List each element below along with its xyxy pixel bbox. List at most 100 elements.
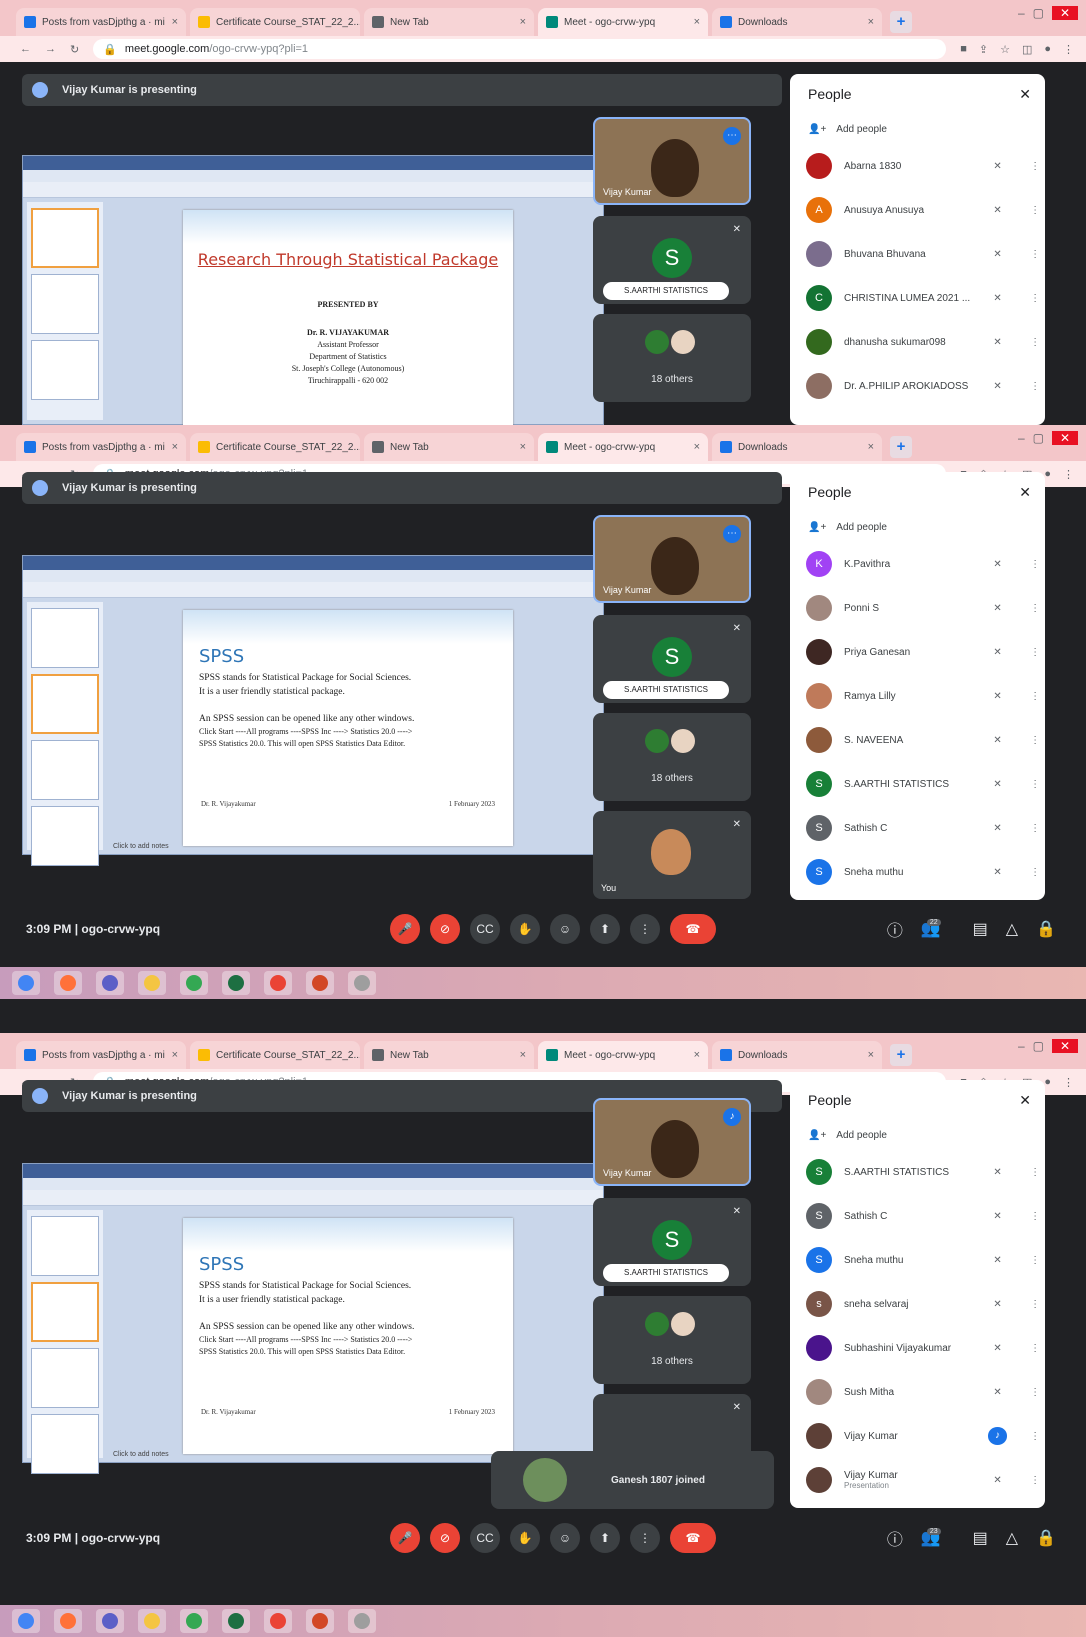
- leave-call-button[interactable]: ☎: [670, 914, 716, 944]
- mic-toggle-button[interactable]: 🎤: [390, 914, 420, 944]
- participant-row[interactable]: Ramya Lilly ✕ ⋮: [790, 674, 1045, 718]
- participant-row[interactable]: S S.AARTHI STATISTICS ✕ ⋮: [790, 762, 1045, 806]
- others-tile[interactable]: 18 others: [593, 314, 751, 402]
- close-icon[interactable]: ×: [172, 16, 178, 28]
- mic-off-icon[interactable]: ✕: [988, 735, 1008, 746]
- presenter-video-tile[interactable]: ♪ Vijay Kumar: [593, 1098, 751, 1186]
- mic-off-icon[interactable]: ✕: [988, 161, 1008, 172]
- emoji-button[interactable]: ☺: [550, 1523, 580, 1553]
- participant-row[interactable]: S. NAVEENA ✕ ⋮: [790, 718, 1045, 762]
- participant-row[interactable]: Sush Mitha ✕ ⋮: [790, 1370, 1045, 1414]
- chrome-icon[interactable]: [180, 1609, 208, 1633]
- participant-row[interactable]: S Sneha muthu ✕ ⋮: [790, 850, 1045, 894]
- more-options-icon[interactable]: ⋮: [1025, 1167, 1045, 1178]
- slide-thumbnail[interactable]: [31, 806, 99, 866]
- raise-hand-button[interactable]: ✋: [510, 914, 540, 944]
- profile-icon[interactable]: ●: [1044, 1076, 1051, 1089]
- slide-notes[interactable]: Click to add notes: [113, 843, 169, 850]
- forward-icon[interactable]: →: [45, 43, 56, 55]
- firefox-icon[interactable]: [54, 1609, 82, 1633]
- participant-row[interactable]: Subhashini Vijayakumar ✕ ⋮: [790, 1326, 1045, 1370]
- speaking-icon[interactable]: ♪: [987, 1427, 1008, 1445]
- browser-tab[interactable]: Downloads ×: [712, 433, 882, 461]
- slide-thumbnail[interactable]: [31, 1282, 99, 1342]
- more-options-icon[interactable]: ⋮: [1025, 381, 1045, 392]
- close-icon[interactable]: ×: [520, 16, 526, 28]
- more-options-icon[interactable]: ⋮: [1025, 249, 1045, 260]
- minimize-icon[interactable]: –: [1018, 431, 1025, 445]
- more-options-icon[interactable]: ⋮: [1025, 603, 1045, 614]
- self-tile[interactable]: ✕ You: [593, 811, 751, 899]
- slide-thumbnail[interactable]: [31, 1414, 99, 1474]
- minimize-icon[interactable]: –: [1018, 6, 1025, 20]
- browser-tab[interactable]: Posts from vasDjpthg a · mi ×: [16, 8, 186, 36]
- kebab-menu-icon[interactable]: ⋮: [1063, 1076, 1074, 1089]
- mic-off-icon[interactable]: ✕: [988, 691, 1008, 702]
- mic-off-icon[interactable]: ✕: [988, 205, 1008, 216]
- app-icon[interactable]: [348, 971, 376, 995]
- participant-row[interactable]: s sneha selvaraj ✕ ⋮: [790, 1282, 1045, 1326]
- participant-row[interactable]: Vijay Kumar Presentation ✕ ⋮: [790, 1458, 1045, 1502]
- more-options-icon[interactable]: ⋮: [1025, 647, 1045, 658]
- start-button[interactable]: [12, 971, 40, 995]
- app-icon[interactable]: [348, 1609, 376, 1633]
- browser-tab[interactable]: Certificate Course_STAT_22_2...×: [190, 8, 360, 36]
- profile-icon[interactable]: ●: [1044, 468, 1051, 481]
- browser-tab[interactable]: Downloads ×: [712, 8, 882, 36]
- firefox-icon[interactable]: [54, 971, 82, 995]
- start-button[interactable]: [12, 1609, 40, 1633]
- mic-off-icon[interactable]: ✕: [988, 293, 1008, 304]
- captions-button[interactable]: CC: [470, 914, 500, 944]
- folder-icon[interactable]: [138, 1609, 166, 1633]
- activities-icon[interactable]: △: [1006, 919, 1018, 939]
- close-window-icon[interactable]: ✕: [1052, 431, 1078, 445]
- slide-thumbnail[interactable]: [31, 340, 99, 400]
- info-icon[interactable]: ⓘ: [887, 1526, 903, 1550]
- browser-tab[interactable]: Certificate Course_STAT_22_2...×: [190, 1041, 360, 1069]
- slide-thumbnail[interactable]: [31, 740, 99, 800]
- more-options-icon[interactable]: ⋯: [723, 525, 741, 543]
- people-icon[interactable]: 👥23: [921, 1528, 955, 1548]
- close-icon[interactable]: ×: [868, 16, 874, 28]
- leave-call-button[interactable]: ☎: [670, 1523, 716, 1553]
- close-icon[interactable]: ×: [520, 1049, 526, 1061]
- chrome-icon[interactable]: [180, 971, 208, 995]
- more-options-icon[interactable]: ⋮: [1025, 559, 1045, 570]
- folder-icon[interactable]: [138, 971, 166, 995]
- browser-tab[interactable]: Posts from vasDjpthg a · mi ×: [16, 1041, 186, 1069]
- mic-off-icon[interactable]: ✕: [988, 1167, 1008, 1178]
- close-icon[interactable]: ✕: [1019, 86, 1031, 103]
- participant-row[interactable]: S Sathish C ✕ ⋮: [790, 806, 1045, 850]
- present-button[interactable]: ⬆: [590, 914, 620, 944]
- browser-tab[interactable]: New Tab ×: [364, 1041, 534, 1069]
- close-icon[interactable]: ✕: [1019, 484, 1031, 501]
- emoji-button[interactable]: ☺: [550, 914, 580, 944]
- participant-row[interactable]: Abarna 1830 ✕ ⋮: [790, 144, 1045, 188]
- participant-row[interactable]: Bhuvana Bhuvana ✕ ⋮: [790, 232, 1045, 276]
- presenter-video-tile[interactable]: ⋯ Vijay Kumar: [593, 117, 751, 205]
- participant-row[interactable]: S Sathish C ✕ ⋮: [790, 1194, 1045, 1238]
- more-options-icon[interactable]: ⋮: [1025, 1211, 1045, 1222]
- mic-off-icon[interactable]: ✕: [988, 647, 1008, 658]
- participant-row[interactable]: dhanusha sukumar098 ✕ ⋮: [790, 320, 1045, 364]
- participant-tile[interactable]: S ✕ S.AARTHI STATISTICS: [593, 615, 751, 703]
- mic-off-icon[interactable]: ✕: [988, 603, 1008, 614]
- chrome-icon[interactable]: [264, 971, 292, 995]
- mic-off-icon[interactable]: ✕: [988, 337, 1008, 348]
- more-options-icon[interactable]: ⋮: [1025, 1387, 1045, 1398]
- activities-icon[interactable]: △: [1006, 1528, 1018, 1548]
- mic-off-icon[interactable]: ✕: [988, 381, 1008, 392]
- more-options-icon[interactable]: ⋮: [1025, 293, 1045, 304]
- new-tab-button[interactable]: +: [890, 1044, 912, 1066]
- excel-icon[interactable]: [222, 971, 250, 995]
- slide-thumbnail[interactable]: [31, 274, 99, 334]
- browser-tab-active[interactable]: Meet - ogo-crvw-ypq ×: [538, 8, 708, 36]
- mic-off-icon[interactable]: ✕: [988, 823, 1008, 834]
- close-icon[interactable]: ×: [172, 441, 178, 453]
- maximize-icon[interactable]: ▢: [1033, 431, 1044, 445]
- browser-tab[interactable]: Downloads ×: [712, 1041, 882, 1069]
- participant-row[interactable]: A Anusuya Anusuya ✕ ⋮: [790, 188, 1045, 232]
- mic-off-icon[interactable]: ✕: [988, 1387, 1008, 1398]
- mic-off-icon[interactable]: ✕: [988, 559, 1008, 570]
- people-icon[interactable]: 👥22: [921, 919, 955, 939]
